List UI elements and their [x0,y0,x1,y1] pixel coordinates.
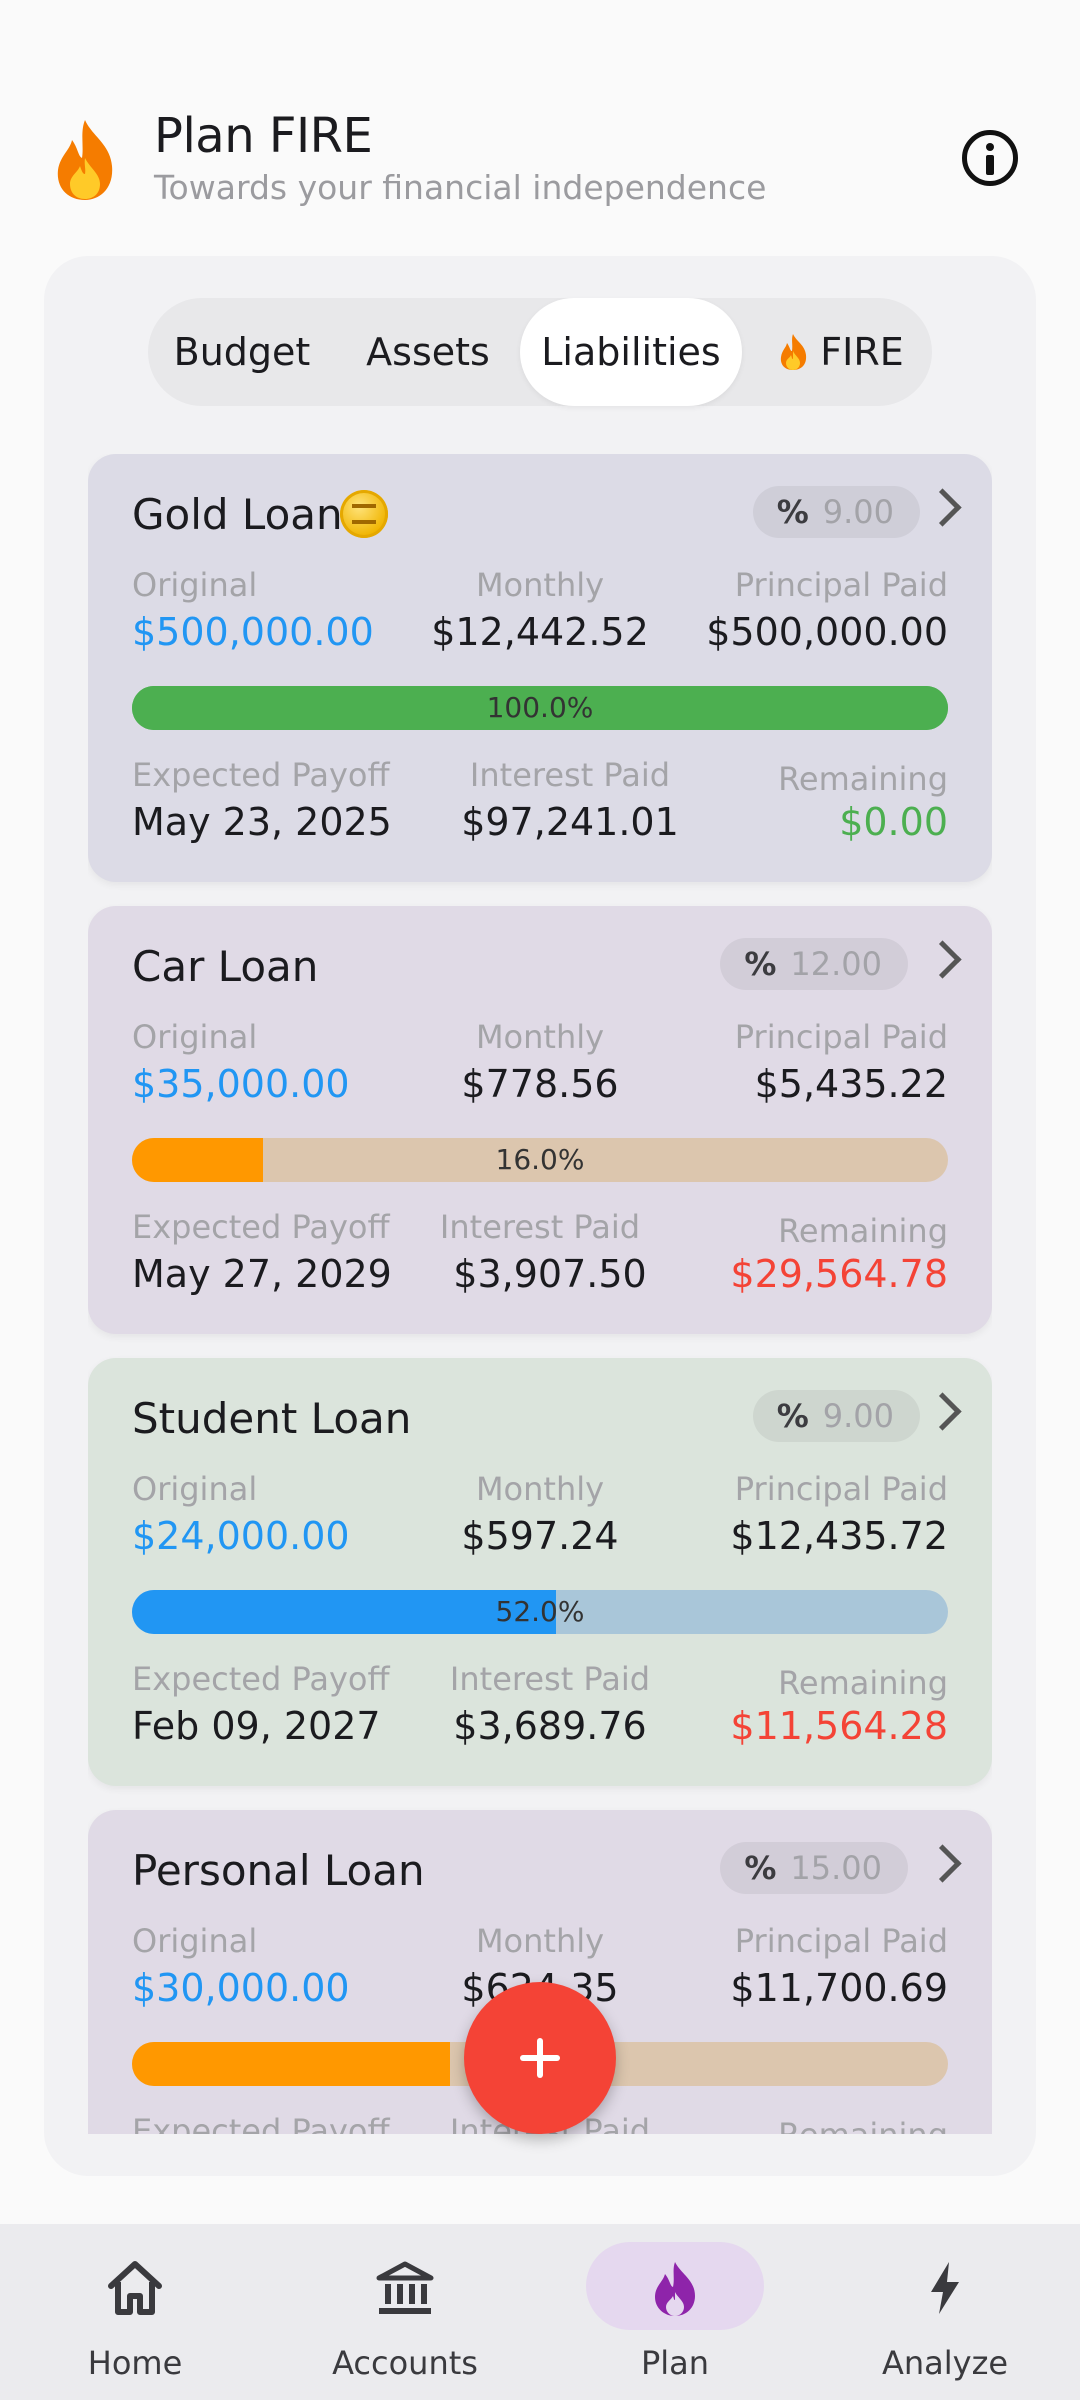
page-subtitle: Towards your financial independence [154,168,767,207]
app-header: Plan FIRE Towards your financial indepen… [0,0,1080,240]
monthly-amount: $12,442.52 [431,610,649,654]
page-title: Plan FIRE [154,108,373,164]
progress-bar: 100.0% [132,686,948,730]
tab-fire[interactable]: FIRE [754,298,926,406]
progress-text: 16.0% [495,1143,585,1176]
principal-paid-amount: $5,435.22 [754,1062,948,1106]
remaining-amount: $11,564.28 [730,1704,948,1748]
original-amount: $35,000.00 [132,1062,350,1106]
chevron-right-icon[interactable] [923,488,962,527]
chevron-right-icon[interactable] [923,940,962,979]
bottom-nav: Home Accounts Plan Analyze [0,2224,1080,2400]
tab-assets[interactable]: Assets [336,298,520,406]
original-amount: $30,000.00 [132,1966,350,2010]
flame-icon [57,120,113,200]
remaining-amount: $29,564.78 [730,1252,948,1296]
loan-card[interactable]: Student Loan % 9.00 Original Monthly Prin… [88,1358,992,1786]
loan-card[interactable]: Gold Loan % 9.00 Original Monthly Princip… [88,454,992,882]
chevron-right-icon[interactable] [923,1392,962,1431]
expected-payoff-date: May 27, 2029 [132,1252,392,1296]
monthly-amount: $597.24 [461,1514,619,1558]
remaining-amount: $0.00 [839,800,948,844]
monthly-amount: $778.56 [461,1062,619,1106]
interest-rate-badge: % 9.00 [752,1390,920,1442]
flame-icon [781,334,807,370]
original-amount: $24,000.00 [132,1514,350,1558]
flame-icon [655,2262,695,2316]
chevron-right-icon[interactable] [923,1844,962,1883]
content-panel: Budget Assets Liabilities FIRE Gold Loan… [44,256,1036,2176]
interest-rate-badge: % 12.00 [720,938,908,990]
nav-accounts[interactable]: Accounts [270,2224,540,2400]
interest-paid-amount: $3,689.76 [453,1704,647,1748]
bank-icon [376,2261,434,2314]
tab-bar: Budget Assets Liabilities FIRE [148,298,932,406]
progress-bar: 52.0% [132,1590,948,1634]
progress-text: 100.0% [486,691,594,724]
principal-paid-amount: $12,435.72 [730,1514,948,1558]
interest-paid-amount: $3,907.50 [453,1252,647,1296]
coin-icon [340,490,388,538]
loan-name: Gold Loan [132,490,343,539]
principal-paid-amount: $500,000.00 [706,610,948,654]
add-liability-button[interactable] [464,1982,616,2134]
nav-plan[interactable]: Plan [540,2224,810,2400]
principal-paid-amount: $11,700.69 [730,1966,948,2010]
tab-budget[interactable]: Budget [156,298,328,406]
nav-analyze[interactable]: Analyze [810,2224,1080,2400]
bolt-icon [931,2262,959,2314]
loan-card[interactable]: Car Loan % 12.00 Original Monthly Princip… [88,906,992,1334]
nav-home[interactable]: Home [0,2224,270,2400]
original-amount: $500,000.00 [132,610,374,654]
loan-name: Personal Loan [132,1846,425,1895]
loan-name: Student Loan [132,1394,412,1443]
expected-payoff-date: Feb 09, 2027 [132,1704,381,1748]
expected-payoff-date: May 23, 2025 [132,800,392,844]
liabilities-list: Gold Loan % 9.00 Original Monthly Princip… [88,454,992,2134]
tab-liabilities[interactable]: Liabilities [520,298,742,406]
interest-rate-badge: % 9.00 [752,486,920,538]
info-button[interactable] [962,130,1018,186]
home-icon [108,2261,162,2315]
interest-rate-badge: % 15.00 [720,1842,908,1894]
progress-text: 52.0% [495,1595,585,1628]
interest-paid-amount: $97,241.01 [461,800,679,844]
progress-bar: 16.0% [132,1138,948,1182]
info-icon [986,143,994,151]
loan-name: Car Loan [132,942,319,991]
